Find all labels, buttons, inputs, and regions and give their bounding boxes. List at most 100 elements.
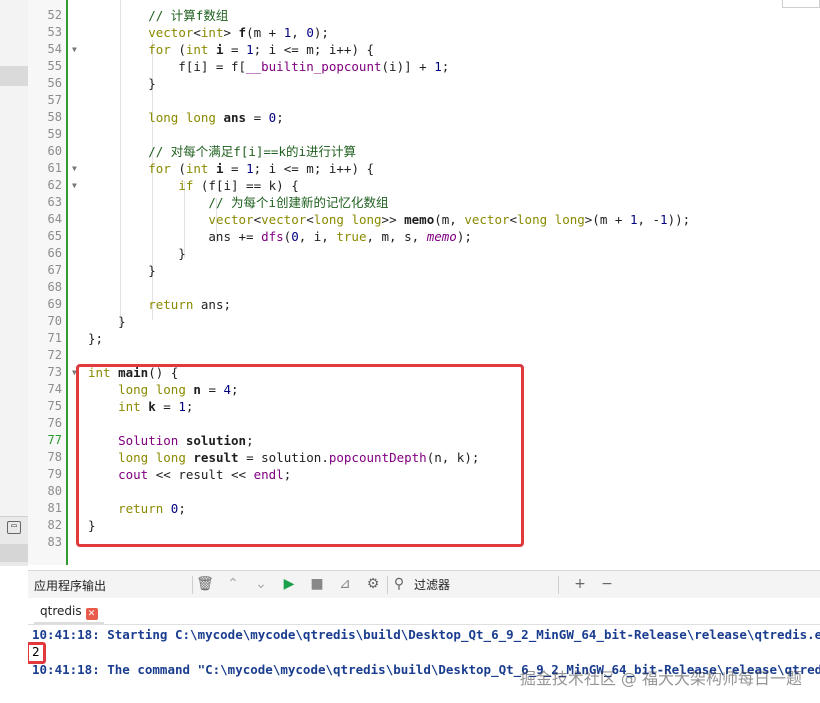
line-number: 63	[47, 195, 62, 209]
code-line: 52 // 计算f数组	[28, 7, 820, 24]
tab-label: qtredis	[40, 604, 82, 618]
code-text: return ans;	[148, 297, 232, 312]
code-line: 63 // 为每个i创建新的记忆化数组	[28, 194, 820, 211]
code-text: for (int i = 1; i <= m; i++) {	[148, 42, 375, 57]
code-line: 55 f[i] = f[__builtin_popcount(i)] + 1;	[28, 58, 820, 75]
code-line: 62 ▼ if (f[i] == k) {	[28, 177, 820, 194]
search-icon[interactable]: ⚲	[390, 575, 408, 593]
fold-arrow-icon[interactable]: ▼	[72, 160, 77, 177]
filter-input[interactable]: 过滤器	[414, 576, 450, 593]
code-text: }	[88, 76, 156, 91]
plus-icon[interactable]: +	[571, 575, 589, 593]
line-number: 53	[47, 25, 62, 39]
code-text: vector<vector<long long>> memo(m, vector…	[208, 212, 691, 227]
fold-arrow-icon[interactable]: ▼	[72, 177, 77, 194]
code-line: 68	[28, 279, 820, 296]
code-line: 69 return ans;	[28, 296, 820, 313]
fold-arrow-icon[interactable]: ▼	[72, 41, 77, 58]
attach-icon[interactable]: ⊿	[336, 575, 354, 593]
line-number: 64	[47, 212, 62, 226]
line-number: 61	[47, 161, 62, 175]
run-icon[interactable]: ▶	[280, 575, 298, 593]
panel-toggle-icon[interactable]: ▭	[7, 521, 21, 534]
line-number: 59	[47, 127, 62, 141]
line-number: 74	[47, 382, 62, 396]
code-text: if (f[i] == k) {	[178, 178, 299, 193]
code-text: for (int i = 1; i <= m; i++) {	[148, 161, 375, 176]
code-text: ans += dfs(0, i, true, m, s, memo);	[88, 229, 472, 244]
watermark: 掘金技术社区 @ 福大大架构师每日一题	[519, 669, 802, 688]
line-number: 68	[47, 280, 62, 294]
gear-icon[interactable]: ⚙	[364, 575, 382, 593]
line-number: 54	[47, 42, 62, 56]
code-line: 57	[28, 92, 820, 109]
line-number: 72	[47, 348, 62, 362]
application-output[interactable]: 10:41:18: Starting C:\mycode\mycode\qtre…	[28, 625, 820, 703]
line-number: 81	[47, 501, 62, 515]
close-icon[interactable]: ✕	[85, 608, 98, 620]
line-number: 76	[47, 416, 62, 430]
output-tab-bar: qtredis ✕	[28, 598, 820, 625]
line-number: 78	[47, 450, 62, 464]
output-panel-toolbar: 应用程序输出 🗑 ⌃ ⌄ ▶ ■ ⊿ ⚙ ⚲ 过滤器 + −	[28, 570, 820, 599]
code-text: long long ans = 0;	[148, 110, 284, 125]
code-text: // 对每个满足f[i]==k的i进行计算	[148, 144, 357, 159]
code-line: 71};	[28, 330, 820, 347]
code-line: 58 long long ans = 0;	[28, 109, 820, 126]
toolbar-separator	[192, 576, 193, 594]
stop-icon[interactable]: ■	[308, 575, 326, 593]
line-number: 52	[47, 8, 62, 22]
line-number: 66	[47, 246, 62, 260]
code-line: 61 ▼ for (int i = 1; i <= m; i++) {	[28, 160, 820, 177]
left-sidebar-strip: ▭	[0, 0, 29, 566]
toolbar-separator	[558, 576, 559, 594]
line-number: 58	[47, 110, 62, 124]
line-number: 77	[47, 433, 62, 447]
toolbar-separator	[387, 576, 388, 594]
line-number: 65	[47, 229, 62, 243]
line-number: 56	[47, 76, 62, 90]
code-text: // 为每个i创建新的记忆化数组	[208, 195, 389, 210]
line-number: 82	[47, 518, 62, 532]
code-text: };	[88, 331, 104, 346]
code-line: 70 }	[28, 313, 820, 330]
code-line: 54 ▼ for (int i = 1; i <= m; i++) {	[28, 41, 820, 58]
line-number: 55	[47, 59, 62, 73]
line-number: 69	[47, 297, 62, 311]
code-line: 60 // 对每个满足f[i]==k的i进行计算	[28, 143, 820, 160]
code-line: 72	[28, 347, 820, 364]
code-line: 64 vector<vector<long long>> memo(m, vec…	[28, 211, 820, 228]
minus-icon[interactable]: −	[598, 575, 616, 593]
code-line: 67 }	[28, 262, 820, 279]
down-arrow-icon[interactable]: ⌄	[252, 575, 270, 593]
code-line: 56 }	[28, 75, 820, 92]
line-number: 57	[47, 93, 62, 107]
line-number: 73	[47, 365, 62, 379]
code-line: 59	[28, 126, 820, 143]
line-number: 67	[47, 263, 62, 277]
code-line: 53 vector<int> f(m + 1, 0);	[28, 24, 820, 41]
code-line: 66 }	[28, 245, 820, 262]
main-function-highlight	[76, 364, 524, 547]
tab-qtredis[interactable]: qtredis ✕	[34, 600, 104, 624]
line-number: 62	[47, 178, 62, 192]
code-line: 65 ans += dfs(0, i, true, m, s, memo);	[28, 228, 820, 245]
code-text: vector<int> f(m + 1, 0);	[148, 25, 329, 40]
code-text: // 计算f数组	[148, 8, 229, 23]
code-text: f[i] = f[__builtin_popcount(i)] + 1;	[88, 59, 450, 74]
code-text: }	[88, 314, 126, 329]
code-text: }	[88, 263, 156, 278]
line-number: 71	[47, 331, 62, 345]
line-number: 70	[47, 314, 62, 328]
line-number: 80	[47, 484, 62, 498]
line-number: 79	[47, 467, 62, 481]
code-text: }	[88, 246, 186, 261]
line-number: 83	[47, 535, 62, 549]
trash-icon[interactable]: 🗑	[196, 575, 214, 593]
up-arrow-icon[interactable]: ⌃	[224, 575, 242, 593]
sidebar-selection-band	[0, 66, 28, 86]
sidebar-bottom-bar	[0, 544, 28, 562]
output-line-start: 10:41:18: Starting C:\mycode\mycode\qtre…	[32, 627, 820, 642]
line-number: 60	[47, 144, 62, 158]
panel-title: 应用程序输出	[34, 579, 107, 593]
